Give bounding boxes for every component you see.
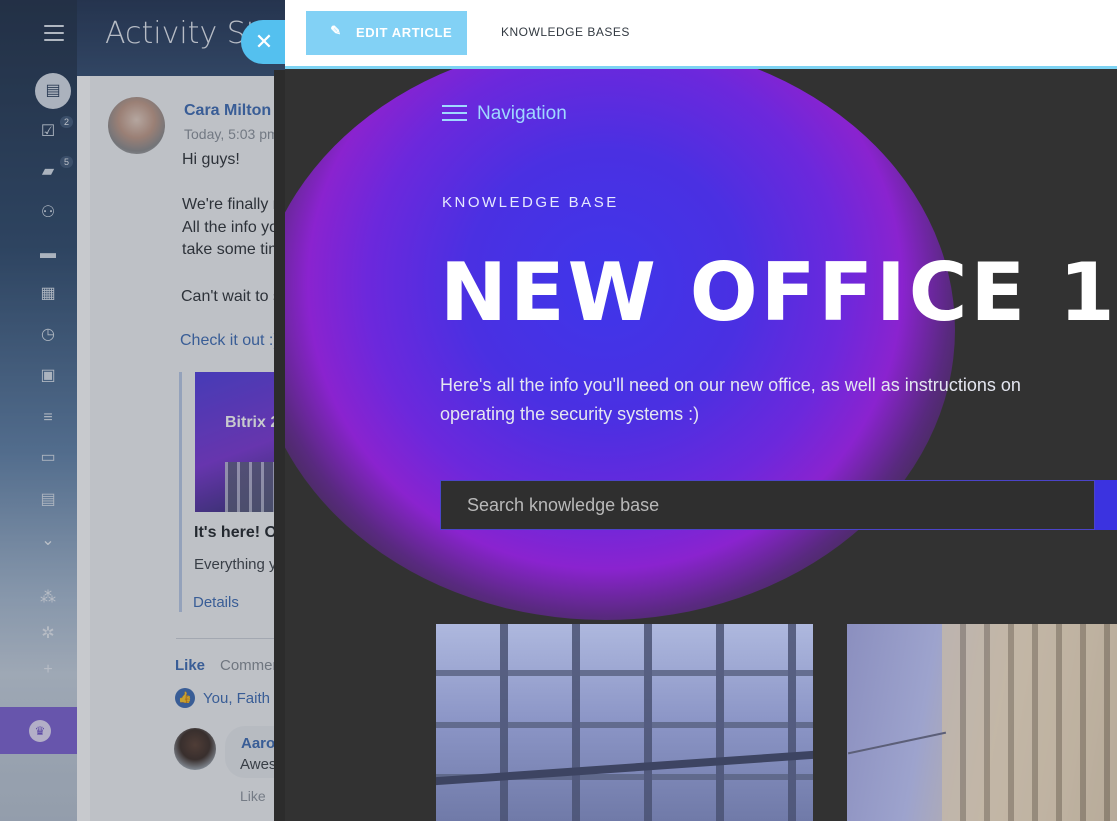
tasks-badge: 2 (60, 116, 74, 128)
quote-bar (179, 372, 182, 612)
robot-icon[interactable]: ▣ (38, 366, 58, 386)
details-link[interactable]: Details (193, 594, 239, 611)
roof-grid (436, 624, 813, 821)
thumbs-up-icon: 👍 (175, 688, 195, 708)
crown-icon: ♛ (29, 720, 51, 742)
upgrade-plan-button[interactable]: ♛ (0, 707, 77, 754)
comment-like-button[interactable]: Like (240, 788, 266, 804)
thumbnail-text: Bitrix 2 (225, 414, 280, 431)
comment-button[interactable]: Commen (220, 657, 281, 674)
post-text-line: take some tim (182, 241, 282, 258)
employees-icon[interactable]: ⚇ (38, 203, 58, 223)
post-author[interactable]: Cara Milton (184, 102, 271, 120)
gear-icon[interactable]: ✲ (38, 624, 58, 644)
post-link[interactable]: Check it out :) (180, 332, 279, 350)
left-sidebar: ▤ ☑ 2 ▰ 5 ⚇ ▬ ▦ ◷ ▣ ≡ ▭ ▤ ⌄ ⁂ ✲ + ♛ (0, 0, 77, 821)
sites-icon[interactable]: ▭ (38, 448, 58, 468)
post-text-line: Can't wait to s (181, 288, 281, 305)
post-text-line: We're finally re (182, 196, 288, 213)
attachment-description: Everything yo (194, 556, 285, 573)
drive-icon[interactable]: ▬ (38, 244, 58, 264)
structure-icon[interactable]: ⁂ (38, 588, 58, 608)
like-button[interactable]: Like (175, 657, 205, 674)
post-card: Cara Milton Today, 5:03 pm Hi guys! We'r… (90, 76, 305, 821)
edit-article-button[interactable]: ✎ EDIT ARTICLE (306, 11, 467, 55)
comment-author[interactable]: Aaro (241, 735, 275, 752)
calendar-icon[interactable]: ▦ (38, 284, 58, 304)
street-cable (847, 731, 947, 755)
attachment-title[interactable]: It's here! O (194, 524, 277, 542)
edit-article-label: EDIT ARTICLE (356, 25, 453, 40)
menu-icon[interactable] (44, 25, 64, 41)
chat-icon[interactable]: ▰ (38, 162, 58, 182)
kb-search-button[interactable] (1095, 480, 1117, 530)
kb-eyebrow: KNOWLEDGE BASE (442, 194, 619, 211)
pencil-icon: ✎ (330, 23, 342, 38)
contact-card-icon[interactable]: ▤ (38, 490, 58, 510)
post-text-line: Hi guys! (182, 151, 240, 168)
kb-description: Here's all the info you'll need on our n… (440, 375, 1021, 424)
close-slider-button[interactable]: ✕ (241, 20, 287, 64)
chat-badge: 5 (60, 156, 74, 168)
post-text-line: All the info you (182, 219, 287, 236)
divider (176, 638, 290, 639)
filter-icon[interactable]: ≡ (38, 408, 58, 428)
tasks-icon[interactable]: ☑ (38, 122, 58, 142)
kb-search-input[interactable] (440, 480, 1095, 530)
feed-icon[interactable]: ▤ (35, 73, 71, 109)
glass-roof-photo[interactable] (436, 624, 813, 821)
close-icon: ✕ (254, 29, 274, 54)
time-icon[interactable]: ◷ (38, 325, 58, 345)
street-building-photo[interactable] (847, 624, 1117, 821)
building-facade (942, 624, 1117, 821)
knowledge-base-panel: ✎ EDIT ARTICLE KNOWLEDGE BASES Navigatio… (285, 0, 1117, 821)
kb-toolbar: ✎ EDIT ARTICLE KNOWLEDGE BASES (285, 0, 1117, 69)
post-time: Today, 5:03 pm (184, 126, 279, 142)
chevron-down-icon[interactable]: ⌄ (38, 531, 58, 551)
add-icon[interactable]: + (38, 660, 58, 680)
comment-text: Awes (240, 756, 277, 773)
feed-column: Cara Milton Today, 5:03 pm Hi guys! We'r… (90, 76, 305, 821)
kb-title: NEW OFFICE 10 (440, 246, 1117, 339)
navigation-label: Navigation (477, 103, 567, 124)
screen: ▤ ☑ 2 ▰ 5 ⚇ ▬ ▦ ◷ ▣ ≡ ▭ ▤ ⌄ ⁂ ✲ + ♛ Acti… (0, 0, 1117, 821)
comment-avatar[interactable] (174, 728, 216, 770)
avatar[interactable] (108, 97, 165, 154)
tab-knowledge-bases[interactable]: KNOWLEDGE BASES (501, 25, 630, 39)
menu-icon (442, 105, 467, 123)
